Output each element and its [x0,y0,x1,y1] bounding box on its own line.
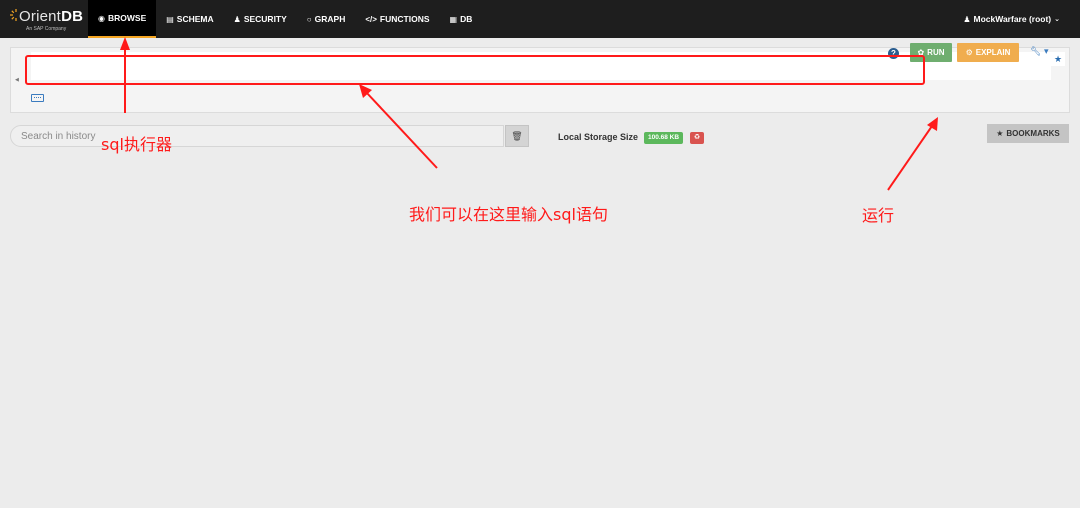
wrench-icon: 🔧︎ [1030,46,1042,56]
main-nav: ◉ BROWSE ▤ SCHEMA ♟ SECURITY ○ GRAPH </>… [88,0,482,38]
nav-schema[interactable]: ▤ SCHEMA [156,0,223,38]
star-icon: ★ [996,129,1004,138]
nav-security[interactable]: ♟ SECURITY [224,0,297,38]
chevron-down-icon: ⌄ [1054,16,1060,23]
nav-db[interactable]: ▦ DB [440,0,483,38]
bookmarks-label: BOOKMARKS [1006,129,1060,138]
annotation-sql-executor: sql执行器 [101,135,172,154]
editor-gutter: ◀ [11,48,31,86]
nav-graph[interactable]: ○ GRAPH [297,0,356,38]
top-navbar: OrientDB An SAP Company ◉ BROWSE ▤ SCHEM… [0,0,1080,38]
help-icon[interactable]: ? [888,48,899,59]
nav-browse-label: BROWSE [107,13,147,23]
run-label: RUN [927,48,945,57]
nav-browse[interactable]: ◉ BROWSE [88,0,157,38]
user-menu[interactable]: ♟ MockWarfare (root) ⌄ [963,0,1060,38]
nav-graph-label: GRAPH [314,14,346,24]
storage-label: Local Storage Size [558,132,639,142]
settings-dropdown[interactable]: 🔧︎ ▾ [1030,46,1048,57]
recycle-icon[interactable]: ♻ [690,132,704,144]
keyboard-icon[interactable] [31,94,44,102]
nav-security-label: SECURITY [243,14,287,24]
table-icon: ▤ [166,14,174,24]
code-icon: </> [365,14,377,24]
storage-size-badge: 100.68 KB [644,132,684,144]
user-icon: ♟ [233,14,241,24]
user-name: MockWarfare (root) [973,14,1052,24]
chevron-down-icon: ▾ [1041,46,1049,56]
user-icon: ♟ [963,14,971,24]
nav-db-label: DB [460,14,473,24]
logo-subtitle: An SAP Company [26,26,67,32]
fold-arrow-icon[interactable]: ◀ [15,77,19,83]
nav-functions-label: FUNCTIONS [379,14,430,24]
bookmarks-button[interactable]: ★ BOOKMARKS [987,124,1069,143]
database-icon: ▦ [449,14,458,24]
eye-icon: ◉ [98,13,105,23]
history-search-input[interactable] [10,125,504,147]
explain-label: EXPLAIN [975,48,1011,57]
star-icon[interactable]: ★ [1051,52,1065,66]
annotation-run-hint: 运行 [862,206,895,225]
gear-icon: ✿ [917,48,925,57]
nav-functions[interactable]: </> FUNCTIONS [355,0,439,38]
run-button[interactable]: ✿ RUN [910,43,952,62]
annotation-input-hint: 我们可以在这里输入sql语句 [409,205,608,224]
logo-text: OrientDB [19,8,84,25]
trash-icon[interactable]: 🗑︎ [505,125,529,147]
cogs-icon: ⚙ [965,48,973,57]
explain-button[interactable]: ⚙ EXPLAIN [957,43,1019,62]
nav-schema-label: SCHEMA [176,14,214,24]
orientdb-logo[interactable]: OrientDB An SAP Company [10,4,84,34]
circle-icon: ○ [306,14,312,24]
